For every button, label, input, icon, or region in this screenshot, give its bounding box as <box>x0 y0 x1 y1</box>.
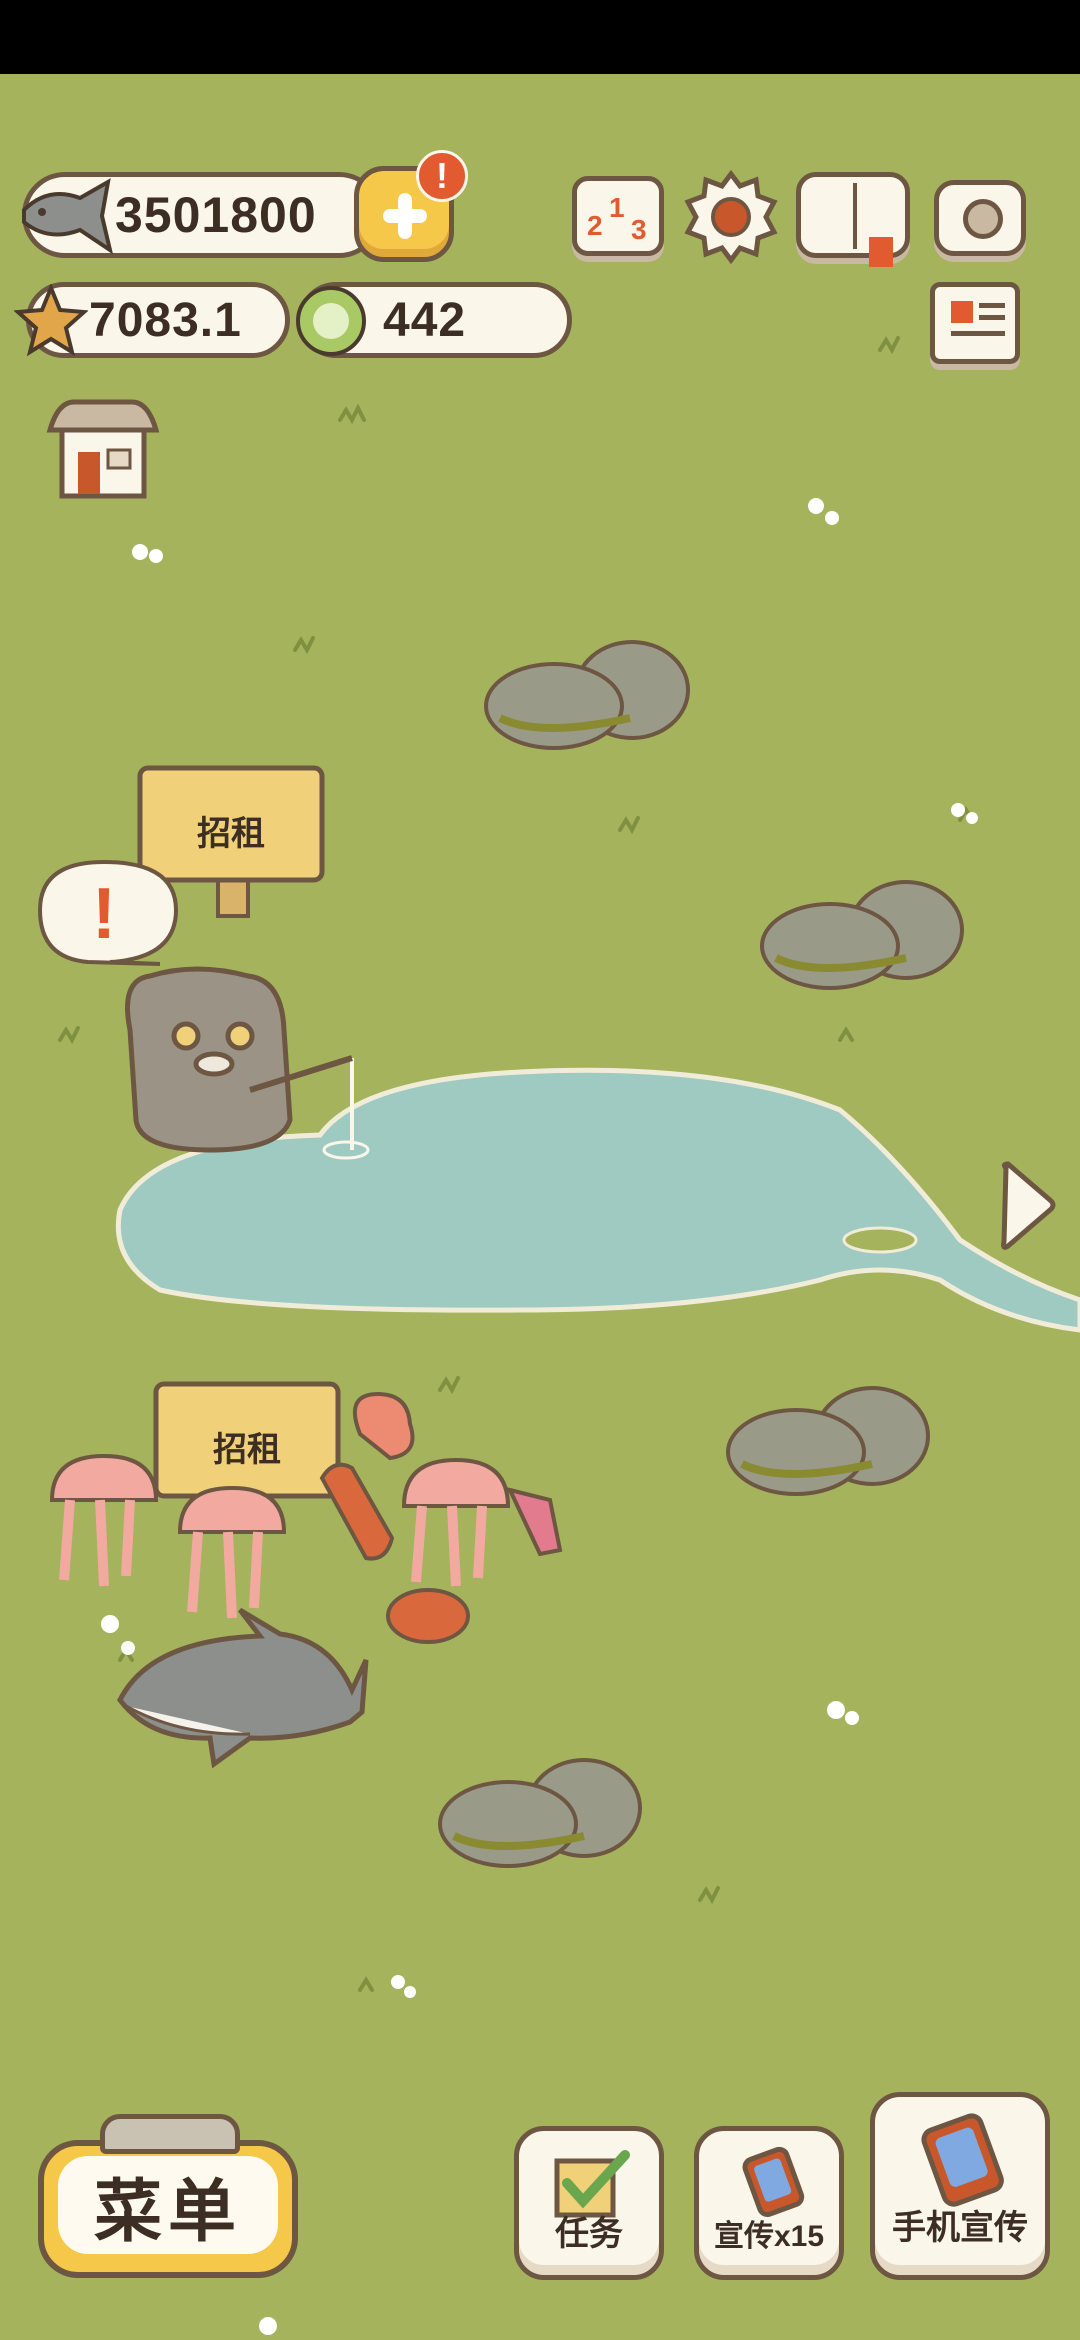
newspaper-icon[interactable] <box>930 282 1020 364</box>
svg-text:3: 3 <box>631 214 647 245</box>
promote-button[interactable]: 宣传x15 <box>694 2126 844 2280</box>
menu-label: 菜单 <box>58 2156 278 2254</box>
menu-button[interactable]: 菜单 <box>38 2140 298 2278</box>
fish-icon <box>22 178 114 255</box>
tasks-label: 任务 <box>555 2215 623 2253</box>
phone-promo-large-icon <box>921 2113 1004 2207</box>
plus-alert-badge: ! <box>416 150 468 202</box>
settings-gear-icon[interactable] <box>684 170 778 264</box>
clipboard-clip-icon <box>100 2114 240 2154</box>
guide-book-icon[interactable] <box>796 172 910 267</box>
speech-bubble-alert[interactable]: ! <box>84 876 124 952</box>
ranking-icon[interactable]: 2 1 3 <box>572 176 664 256</box>
next-area-arrow[interactable] <box>994 1160 1062 1250</box>
star-icon <box>14 284 88 356</box>
svg-text:2: 2 <box>587 210 603 241</box>
camera-icon[interactable] <box>934 180 1026 256</box>
for-rent-sign-lower[interactable]: 招租 <box>156 1422 338 1471</box>
for-rent-sign-upper[interactable]: 招租 <box>140 806 322 855</box>
svg-text:1: 1 <box>609 192 625 223</box>
shop-icon[interactable] <box>44 396 162 502</box>
phone-promote-button[interactable]: 手机宣传 <box>870 2092 1050 2280</box>
tasks-button[interactable]: 任务 <box>514 2126 664 2280</box>
star-value: 7083.1 <box>89 293 242 347</box>
phone-promote-label: 手机宣传 <box>892 2209 1028 2247</box>
fish-count: 3501800 <box>115 187 317 243</box>
promote-label: 宣传x15 <box>713 2220 825 2253</box>
gem-value: 442 <box>383 293 467 347</box>
clover-coin-icon <box>296 286 366 356</box>
phone-promo-icon <box>742 2146 805 2217</box>
